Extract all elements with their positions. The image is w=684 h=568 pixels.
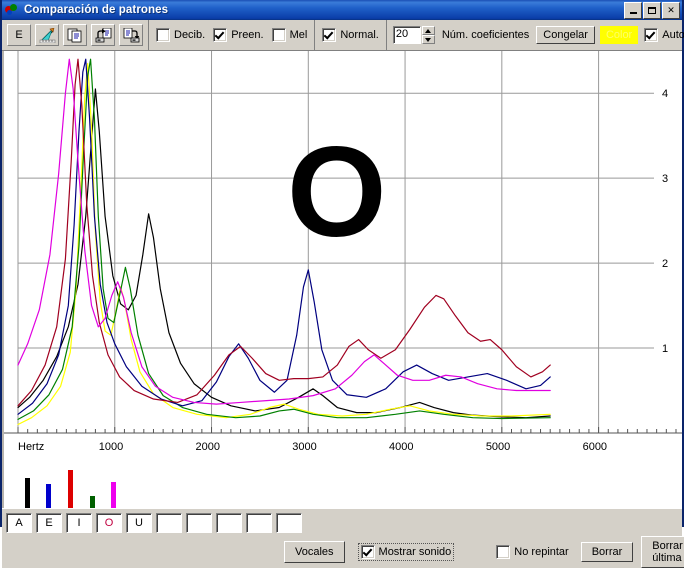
- copy-button[interactable]: [63, 24, 87, 46]
- no-repintar-label: No repintar: [514, 546, 569, 558]
- autom-checkbox[interactable]: Autom.: [644, 28, 684, 42]
- vowel-slots-row: AEIOU: [2, 508, 682, 536]
- bar-u: [111, 482, 116, 508]
- coefficients-label: Núm. coeficientes: [441, 29, 530, 41]
- footer-bar: Vocales Mostrar sonido No repintar Borra…: [2, 536, 684, 568]
- vowel-slot-9[interactable]: [246, 512, 272, 533]
- maximize-button[interactable]: [643, 1, 661, 19]
- minimize-button[interactable]: [624, 1, 642, 19]
- plot-x-axis-ticks: [17, 427, 677, 433]
- svg-text:4: 4: [662, 88, 668, 100]
- x-tick-label: 2000: [195, 441, 220, 453]
- spectrum-plot[interactable]: 1 2 3 4 O: [2, 51, 682, 435]
- borrar-button[interactable]: Borrar: [580, 542, 634, 562]
- x-axis-labels: Hertz 1000 2000 3000 4000 5000 6000: [2, 435, 682, 461]
- mostrar-sonido-checkbox[interactable]: Mostrar sonido: [357, 543, 455, 561]
- window-title: Comparación de patrones: [24, 4, 169, 16]
- overlay-letter: O: [287, 121, 387, 264]
- svg-text:1: 1: [662, 343, 668, 355]
- mostrar-sonido-checkbox-box[interactable]: [360, 545, 375, 559]
- x-tick-label: 4000: [389, 441, 414, 453]
- mostrar-sonido-label: Mostrar sonido: [378, 546, 452, 558]
- normal-checkbox-box[interactable]: [322, 28, 337, 42]
- vowel-slot-E[interactable]: E: [36, 512, 62, 533]
- x-tick-label: 3000: [292, 441, 317, 453]
- svg-text:2: 2: [662, 258, 668, 270]
- congelar-button[interactable]: Congelar: [536, 26, 595, 44]
- toolbar-group-file: E: [2, 19, 149, 51]
- autom-checkbox-label: Autom.: [662, 29, 684, 41]
- bar-e: [46, 484, 51, 508]
- vowel-slot-O[interactable]: O: [96, 512, 122, 533]
- coefficients-stepper[interactable]: 20: [392, 26, 435, 44]
- vowel-slot-7[interactable]: [186, 512, 212, 533]
- x-axis-title: Hertz: [18, 441, 45, 453]
- title-bar: Comparación de patrones ✕: [2, 0, 682, 20]
- mel-checkbox[interactable]: Mel: [271, 28, 308, 42]
- vowel-slot-I[interactable]: I: [66, 512, 92, 533]
- plot-curves: [17, 58, 551, 426]
- decib-checkbox-label: Decib.: [174, 29, 206, 41]
- vowel-slot-8[interactable]: [216, 512, 242, 533]
- export-file-button[interactable]: [119, 24, 143, 46]
- coefficients-input[interactable]: 20: [392, 26, 421, 44]
- sound-bars-area: [2, 461, 682, 508]
- toolbar-group-coef: 20 Núm. coeficientes Congelar Color Auto…: [387, 20, 684, 51]
- toolbar-group-scale: Decib. Preen. Mel: [149, 19, 316, 51]
- ruler-pencil-button[interactable]: [35, 24, 59, 46]
- decib-checkbox-box[interactable]: [156, 28, 170, 42]
- toolbar: E Decib. Preen. Mel Normal. 20 Núm. coef…: [2, 19, 684, 51]
- import-file-button[interactable]: [91, 24, 115, 46]
- vowel-slot-6[interactable]: [156, 512, 182, 533]
- x-tick-label: 6000: [582, 441, 608, 453]
- x-tick-label: 5000: [485, 441, 511, 453]
- close-button[interactable]: ✕: [662, 1, 680, 19]
- x-tick-label: 1000: [98, 441, 124, 453]
- toolbar-group-normal: Normal.: [315, 19, 387, 51]
- normal-checkbox[interactable]: Normal.: [322, 28, 379, 42]
- coefficients-spinner-down[interactable]: [421, 35, 435, 44]
- no-repintar-checkbox[interactable]: No repintar: [496, 545, 569, 559]
- bar-a: [25, 478, 30, 508]
- palette-icon: [5, 3, 20, 18]
- vowel-slot-U[interactable]: U: [126, 512, 152, 533]
- mel-checkbox-box[interactable]: [271, 28, 286, 42]
- vowel-slot-10[interactable]: [276, 512, 302, 533]
- bar-o: [90, 496, 95, 508]
- preen-checkbox[interactable]: Preen.: [213, 28, 264, 42]
- coefficients-spinner[interactable]: [421, 26, 435, 44]
- borrar-ultima-button[interactable]: Borrar última: [641, 536, 684, 568]
- plot-y-tick-labels: 1 2 3 4: [662, 88, 668, 355]
- mel-checkbox-label: Mel: [289, 29, 308, 41]
- coefficients-spinner-up[interactable]: [421, 26, 435, 35]
- normal-checkbox-label: Normal.: [340, 29, 379, 41]
- autom-checkbox-box[interactable]: [644, 28, 659, 42]
- decib-checkbox[interactable]: Decib.: [156, 28, 205, 42]
- preen-checkbox-label: Preen.: [231, 29, 264, 41]
- vowel-slot-A[interactable]: A: [6, 512, 32, 533]
- no-repintar-checkbox-box[interactable]: [496, 545, 511, 559]
- svg-text:3: 3: [662, 173, 668, 185]
- e-button[interactable]: E: [7, 24, 31, 46]
- vocales-button[interactable]: Vocales: [284, 541, 345, 563]
- color-button[interactable]: Color: [599, 26, 639, 44]
- application-window: Comparación de patrones ✕ E Decib. Preen…: [0, 0, 684, 568]
- bar-i: [68, 470, 73, 508]
- preen-checkbox-box[interactable]: [213, 28, 228, 42]
